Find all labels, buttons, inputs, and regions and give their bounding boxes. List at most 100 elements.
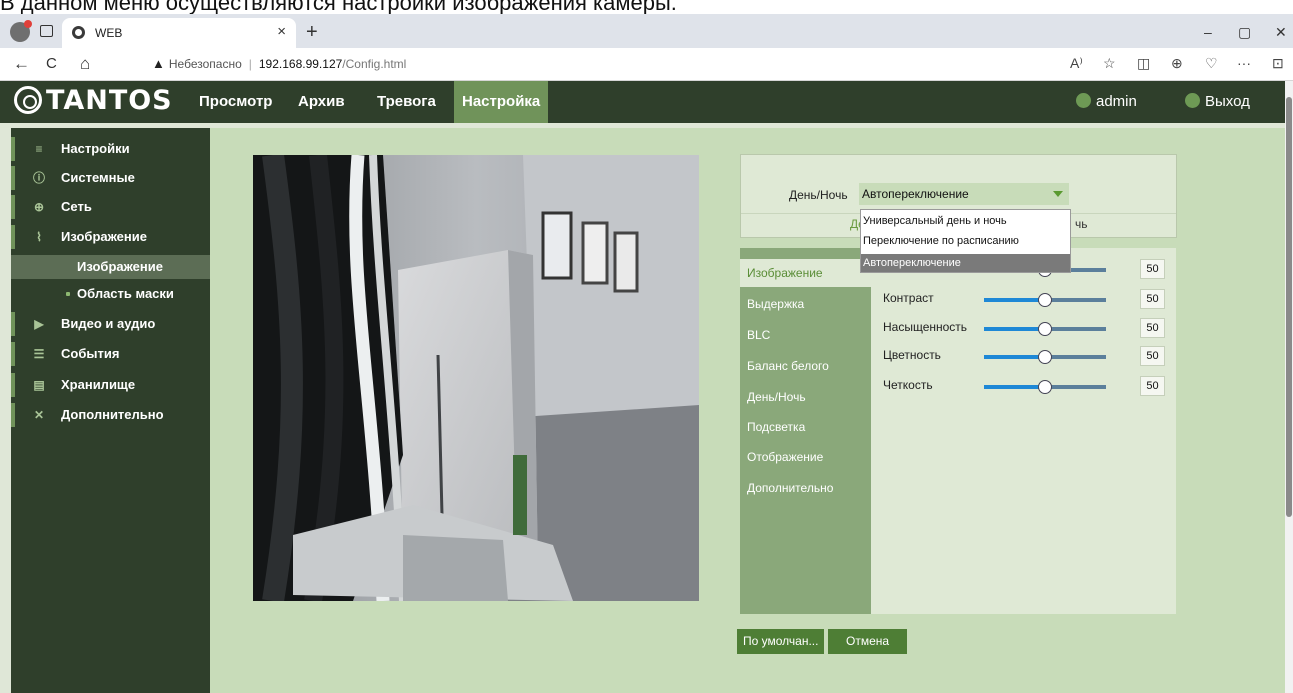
- reload-button[interactable]: C: [46, 54, 57, 74]
- menu-archive[interactable]: Архив: [290, 81, 353, 123]
- more-icon[interactable]: ···: [1237, 55, 1251, 71]
- sidebar-item-events[interactable]: ☰ События: [11, 342, 210, 366]
- sidebar-subitem-image[interactable]: Изображение: [11, 255, 210, 279]
- sidebar-item-advanced[interactable]: ✕ Дополнительно: [11, 403, 210, 427]
- sidebar-item-system[interactable]: ⓘ Системные: [11, 166, 210, 190]
- sidebar-item-video-audio[interactable]: ▶ Видео и аудио: [11, 312, 210, 336]
- logo-icon: [14, 86, 42, 114]
- slider-label: Насыщенность: [883, 320, 968, 334]
- user-name: admin: [1096, 93, 1137, 110]
- info-icon: ⓘ: [33, 171, 46, 185]
- scrollbar-thumb[interactable]: [1286, 97, 1292, 517]
- menu-view[interactable]: Просмотр: [191, 81, 280, 123]
- page-scrollbar[interactable]: [1285, 81, 1293, 693]
- slider-track[interactable]: [984, 293, 1106, 307]
- home-button[interactable]: ⌂: [80, 54, 90, 74]
- menu-alarm[interactable]: Тревога: [369, 81, 444, 123]
- option-auto[interactable]: Автопереключение: [861, 254, 1070, 272]
- settings-panel: День/Ночь Автопереключение День чь Изобр…: [210, 128, 1285, 693]
- maximize-button[interactable]: ▢: [1238, 24, 1251, 41]
- url-path: /Config.html: [342, 57, 407, 71]
- cancel-button[interactable]: Отмена: [828, 629, 908, 654]
- tab-exposure[interactable]: Выдержка: [740, 290, 871, 318]
- tab-close-icon[interactable]: ×: [277, 23, 286, 40]
- logout-button[interactable]: Выход: [1185, 93, 1250, 110]
- tools-icon: ✕: [33, 408, 45, 422]
- slider-value[interactable]: 50: [1140, 346, 1165, 366]
- settings-sidebar: ≡ Настройки ⓘ Системные ⊕ Сеть ⌇ Изображение…: [11, 128, 210, 693]
- split-screen-icon[interactable]: ◫: [1137, 55, 1150, 72]
- daynight-label: День/Ночь: [789, 188, 848, 202]
- daynight-selected-value: Автопереключение: [862, 187, 969, 201]
- warning-icon: ▲: [152, 56, 165, 71]
- sidebar-item-image[interactable]: ⌇ Изображение: [11, 225, 210, 249]
- slider-track[interactable]: [984, 350, 1106, 364]
- tab-display[interactable]: Отображение: [740, 443, 871, 471]
- image-settings: Изображение Выдержка BLC Баланс белого Д…: [740, 248, 1176, 614]
- tab-white-balance[interactable]: Баланс белого: [740, 352, 871, 380]
- chevron-down-icon: [1053, 191, 1063, 197]
- browser-tab[interactable]: WEB ×: [62, 18, 296, 48]
- back-button[interactable]: ←: [13, 54, 30, 74]
- option-schedule[interactable]: Переключение по расписанию: [861, 232, 1070, 250]
- sidebar-item-storage[interactable]: ▤ Хранилище: [11, 373, 210, 397]
- web-app: TANTOS Просмотр Архив Тревога Настройка …: [0, 81, 1293, 693]
- daynight-select[interactable]: Автопереключение: [859, 183, 1069, 205]
- sidebar-item-settings[interactable]: ≡ Настройки: [11, 137, 210, 161]
- tab-advanced[interactable]: Дополнительно: [740, 474, 871, 502]
- slider-track[interactable]: [984, 322, 1106, 336]
- sidebar-subitem-mask-area[interactable]: Область маски: [11, 282, 210, 306]
- new-tab-button[interactable]: +: [306, 22, 318, 42]
- slider-label: Четкость: [883, 378, 933, 392]
- list-icon: ≡: [35, 142, 43, 156]
- default-button[interactable]: По умолчан...: [737, 629, 825, 654]
- insecure-label: Небезопасно: [168, 57, 242, 71]
- user-menu[interactable]: admin: [1076, 93, 1137, 110]
- sidebar-item-network[interactable]: ⊕ Сеть: [11, 195, 210, 219]
- slider-value[interactable]: 50: [1140, 376, 1165, 396]
- slider-handle[interactable]: [1038, 350, 1052, 364]
- profile-icon[interactable]: [10, 20, 32, 42]
- minimize-button[interactable]: –: [1204, 24, 1212, 40]
- sidebar-toggle-icon[interactable]: ⊡: [1272, 55, 1284, 72]
- address-bar: ← C ⌂ ▲ Небезопасно | 192.168.99.127/Config…: [0, 48, 1293, 81]
- camera-preview: [253, 155, 699, 601]
- tab-backlight[interactable]: Подсветка: [740, 413, 871, 441]
- slider-handle[interactable]: [1038, 322, 1052, 336]
- favorite-icon[interactable]: ☆: [1103, 55, 1116, 72]
- slider-handle[interactable]: [1038, 380, 1052, 394]
- option-universal[interactable]: Универсальный день и ночь: [861, 212, 1070, 230]
- collections-icon[interactable]: ⊕: [1171, 55, 1183, 72]
- slider-label: Цветность: [883, 348, 941, 362]
- image-icon: ⌇: [36, 230, 42, 244]
- health-icon[interactable]: ♡: [1205, 55, 1218, 72]
- storage-icon: ▤: [33, 378, 45, 392]
- camera-image: [253, 155, 699, 601]
- bullet-icon: [66, 292, 70, 296]
- logout-icon: [1185, 93, 1200, 108]
- slider-track[interactable]: [984, 380, 1106, 394]
- network-icon: ⊕: [33, 200, 45, 214]
- logout-label: Выход: [1205, 93, 1250, 110]
- video-icon: ▶: [34, 317, 44, 331]
- tab-image[interactable]: Изображение: [740, 259, 872, 287]
- close-window-button[interactable]: ✕: [1275, 24, 1287, 41]
- document-caption: В данном меню осуществляются настройки и…: [0, 0, 677, 14]
- menu-settings[interactable]: Настройка: [454, 81, 549, 123]
- settings-tabs: Изображение Выдержка BLC Баланс белого Д…: [740, 248, 872, 614]
- tab-blc[interactable]: BLC: [740, 321, 871, 349]
- top-navigation: TANTOS Просмотр Архив Тревога Настройка …: [0, 81, 1293, 123]
- tab-night[interactable]: чь: [1075, 217, 1088, 231]
- daynight-dropdown: Универсальный день и ночь Переключение п…: [860, 209, 1071, 273]
- tab-actions-icon[interactable]: [40, 25, 53, 37]
- slider-value[interactable]: 50: [1140, 289, 1165, 309]
- tab-daynight[interactable]: День/Ночь: [740, 383, 871, 411]
- tab-title: WEB: [95, 26, 123, 40]
- globe-icon: [72, 26, 85, 39]
- slider-value[interactable]: 50: [1140, 259, 1165, 279]
- url-field[interactable]: ▲ Небезопасно | 192.168.99.127/Config.html: [152, 56, 406, 71]
- slider-value[interactable]: 50: [1140, 318, 1165, 338]
- url-host: 192.168.99.127: [258, 57, 343, 71]
- slider-handle[interactable]: [1038, 293, 1052, 307]
- read-aloud-icon[interactable]: A⁾: [1070, 55, 1083, 72]
